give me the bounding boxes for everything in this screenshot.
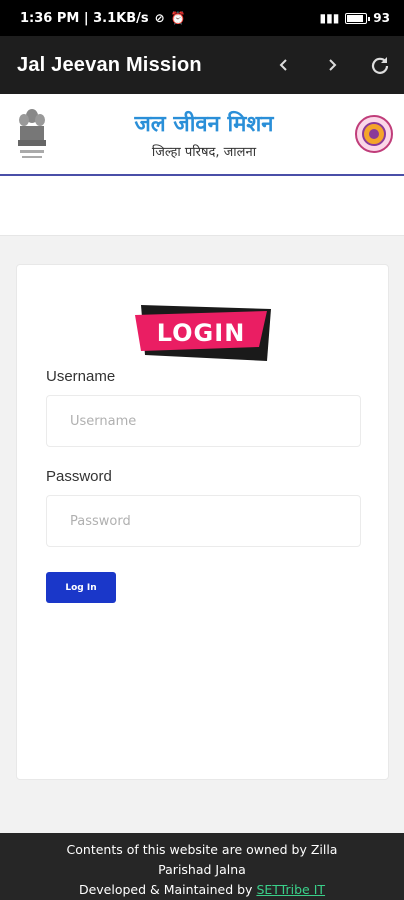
- settribe-link[interactable]: SETTribe IT: [256, 882, 325, 897]
- password-label: Password: [46, 468, 112, 485]
- site-footer: Contents of this website are owned by Zi…: [0, 833, 404, 900]
- alarm-icon: ⏰: [170, 11, 186, 25]
- battery-level: 93: [373, 11, 390, 25]
- chevron-left-icon[interactable]: [260, 41, 308, 89]
- reload-icon[interactable]: [356, 41, 404, 89]
- login-banner-text: LOGIN: [156, 319, 246, 347]
- login-button[interactable]: Log In: [46, 572, 116, 603]
- login-card: LOGIN Username Password Log In: [16, 264, 389, 780]
- header-subtitle: जिल्हा परिषद, जालना: [151, 145, 257, 160]
- zilla-parishad-seal-icon: [354, 114, 394, 154]
- status-time-speed: 1:36 PM | 3.1KB/s: [20, 10, 149, 26]
- footer-credit-text: Developed & Maintained by: [78, 882, 257, 897]
- login-banner: LOGIN: [135, 303, 275, 363]
- battery-icon: [345, 12, 371, 24]
- password-input[interactable]: [46, 495, 361, 547]
- app-bar: Jal Jeevan Mission: [0, 36, 404, 94]
- state-emblem-icon: [10, 103, 54, 165]
- network-signal-icon: ▮▮▮: [319, 11, 340, 25]
- footer-line-2: Parishad Jalna: [158, 862, 246, 877]
- username-label: Username: [46, 368, 116, 385]
- footer-line-3: Developed & Maintained by SETTribe IT: [0, 880, 404, 900]
- username-input[interactable]: [46, 395, 361, 447]
- app-title: Jal Jeevan Mission: [17, 53, 202, 76]
- header-spacer: [0, 176, 404, 236]
- footer-line-1: Contents of this website are owned by Zi…: [66, 842, 338, 857]
- site-header: जल जीवन मिशन जिल्हा परिषद, जालना: [0, 94, 404, 176]
- chevron-right-icon[interactable]: [308, 41, 356, 89]
- sync-off-icon: ⊘: [154, 11, 165, 25]
- header-title: जल जीवन मिशन: [134, 112, 274, 137]
- status-bar: 1:36 PM | 3.1KB/s ⊘ ⏰ ▮▮▮ 93: [0, 0, 404, 36]
